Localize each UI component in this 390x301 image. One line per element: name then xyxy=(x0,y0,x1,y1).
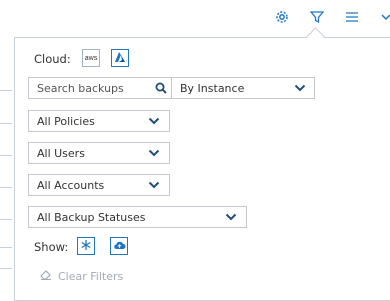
clear-filters-label: Clear Filters xyxy=(58,270,124,283)
background-divider xyxy=(0,247,12,248)
chevron-down-icon xyxy=(216,213,246,221)
chevron-down-icon xyxy=(139,149,169,157)
statuses-select[interactable]: All Backup Statuses xyxy=(28,206,247,228)
background-divider xyxy=(0,123,12,124)
show-snowflake-button[interactable] xyxy=(77,237,95,255)
accounts-select-value: All Accounts xyxy=(37,178,105,192)
policies-select-value: All Policies xyxy=(37,114,95,128)
search-icon[interactable] xyxy=(151,82,171,94)
gear-icon[interactable] xyxy=(275,10,289,27)
background-divider xyxy=(0,187,12,188)
search-box[interactable]: Search backups xyxy=(28,77,172,99)
instance-select-value: By Instance xyxy=(180,81,245,95)
filter-icon[interactable] xyxy=(309,10,325,27)
show-cloud-backup-button[interactable] xyxy=(110,237,128,255)
chevron-down-icon xyxy=(286,84,314,92)
show-label: Show: xyxy=(34,240,69,254)
cloud-backup-icon xyxy=(113,240,126,253)
azure-icon xyxy=(114,51,126,66)
eraser-icon xyxy=(40,270,52,283)
menu-icon[interactable] xyxy=(345,10,359,27)
azure-button[interactable] xyxy=(111,49,129,67)
clear-filters-button[interactable]: Clear Filters xyxy=(40,270,123,283)
policies-select[interactable]: All Policies xyxy=(28,110,170,132)
chevron-down-icon[interactable] xyxy=(380,10,390,27)
background-divider xyxy=(0,155,12,156)
chevron-down-icon xyxy=(139,117,169,125)
accounts-select[interactable]: All Accounts xyxy=(28,174,170,196)
users-select-value: All Users xyxy=(37,146,85,160)
statuses-select-value: All Backup Statuses xyxy=(37,210,146,224)
instance-select[interactable]: By Instance xyxy=(171,77,315,99)
aws-button[interactable]: aws xyxy=(82,49,100,67)
background-divider xyxy=(0,219,12,220)
users-select[interactable]: All Users xyxy=(28,142,170,164)
chevron-down-icon xyxy=(139,181,169,189)
snowflake-icon xyxy=(80,239,92,254)
background-divider xyxy=(0,268,12,269)
cloud-label: Cloud: xyxy=(34,52,71,66)
aws-icon: aws xyxy=(84,54,98,62)
search-input[interactable]: Search backups xyxy=(29,82,151,95)
background-divider xyxy=(0,90,12,91)
